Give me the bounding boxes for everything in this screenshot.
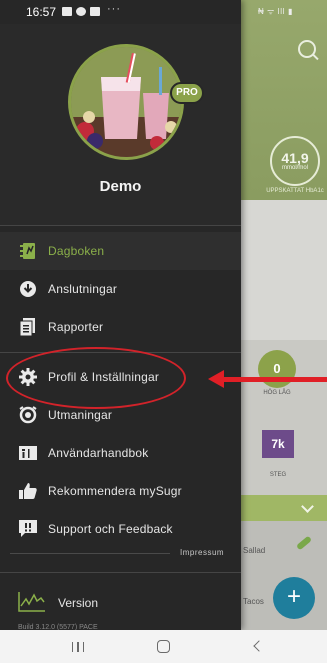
search-icon[interactable] — [298, 40, 316, 58]
reports-icon — [19, 318, 37, 336]
hba1c-unit: mmol/mol — [281, 164, 308, 171]
divider — [0, 225, 241, 226]
globe-icon — [76, 7, 86, 16]
notification-icons — [62, 7, 100, 16]
hba1c-widget[interactable]: 41,9 mmol/mol — [270, 136, 320, 186]
steps-tile[interactable]: 7k — [262, 430, 294, 458]
status-time: 16:57 — [26, 5, 57, 19]
status-bar: 16:57 ··· ₦ ᯤ ǀǀǀ ▮ — [0, 0, 327, 24]
list-item[interactable]: Tacos — [243, 597, 264, 606]
challenges-icon — [19, 406, 37, 424]
nav-label: Utmaningar — [48, 408, 113, 422]
annotation-arrowhead — [208, 370, 224, 388]
username: Demo — [99, 178, 142, 195]
list-item[interactable]: Sallad — [243, 546, 265, 555]
steps-label: STEG — [269, 472, 287, 478]
nav-label: Rapporter — [48, 320, 104, 334]
hypo-hyper-counter[interactable]: 0 — [258, 350, 296, 388]
nav-label: Anslutningar — [48, 282, 118, 296]
hba1c-label: UPPSKATTAT HbA1c — [266, 188, 324, 194]
nav-item-dagboken[interactable]: Dagboken — [0, 232, 241, 270]
nav-label: Rekommendera mySugr — [48, 484, 182, 498]
feedback-icon — [19, 520, 37, 538]
collapse-bar[interactable] — [241, 495, 327, 521]
mail-icon — [90, 7, 100, 16]
app-content-band — [241, 200, 327, 340]
home-icon[interactable] — [157, 640, 170, 653]
navigation-drawer: PRO Demo Dagboken Anslutningar Rapporter… — [0, 0, 241, 631]
divider — [0, 572, 241, 573]
impressum-link[interactable]: Impressum — [180, 548, 224, 557]
nav-label: Dagboken — [48, 244, 105, 258]
gallery-icon — [62, 7, 72, 16]
nav-item-rekommendera[interactable]: Rekommendera mySugr — [0, 472, 241, 510]
annotation-arrow — [222, 377, 327, 382]
thumbs-up-icon — [19, 482, 37, 500]
manual-icon — [19, 444, 37, 462]
annotation-ellipse — [6, 347, 186, 409]
back-icon[interactable] — [253, 640, 265, 652]
nav-label: Support och Feedback — [48, 522, 173, 536]
connections-icon — [19, 280, 37, 298]
system-nav-bar — [0, 630, 327, 663]
hba1c-value: 41,9 — [281, 149, 309, 166]
divider — [10, 553, 170, 554]
avatar[interactable] — [68, 44, 184, 160]
avatar-image — [71, 47, 181, 157]
hypo-hyper-label: HÖG LÅG — [263, 390, 291, 396]
recents-icon[interactable] — [72, 642, 84, 652]
version-chart-icon — [18, 590, 46, 617]
more-notifications-icon: ··· — [107, 3, 121, 15]
nav-item-support-feedback[interactable]: Support och Feedback — [0, 510, 241, 548]
nav-item-anslutningar[interactable]: Anslutningar — [0, 270, 241, 308]
version-label[interactable]: Version — [58, 596, 98, 610]
diary-icon — [19, 242, 37, 260]
nav-item-rapporter[interactable]: Rapporter — [0, 308, 241, 346]
nav-label: Användarhandbok — [48, 446, 149, 460]
add-entry-button[interactable]: + — [273, 577, 315, 619]
signal-battery-icons: ₦ ᯤ ǀǀǀ ▮ — [258, 7, 293, 16]
nav-item-anvandarhandbok[interactable]: Användarhandbok — [0, 434, 241, 472]
pro-badge: PRO — [170, 82, 204, 104]
